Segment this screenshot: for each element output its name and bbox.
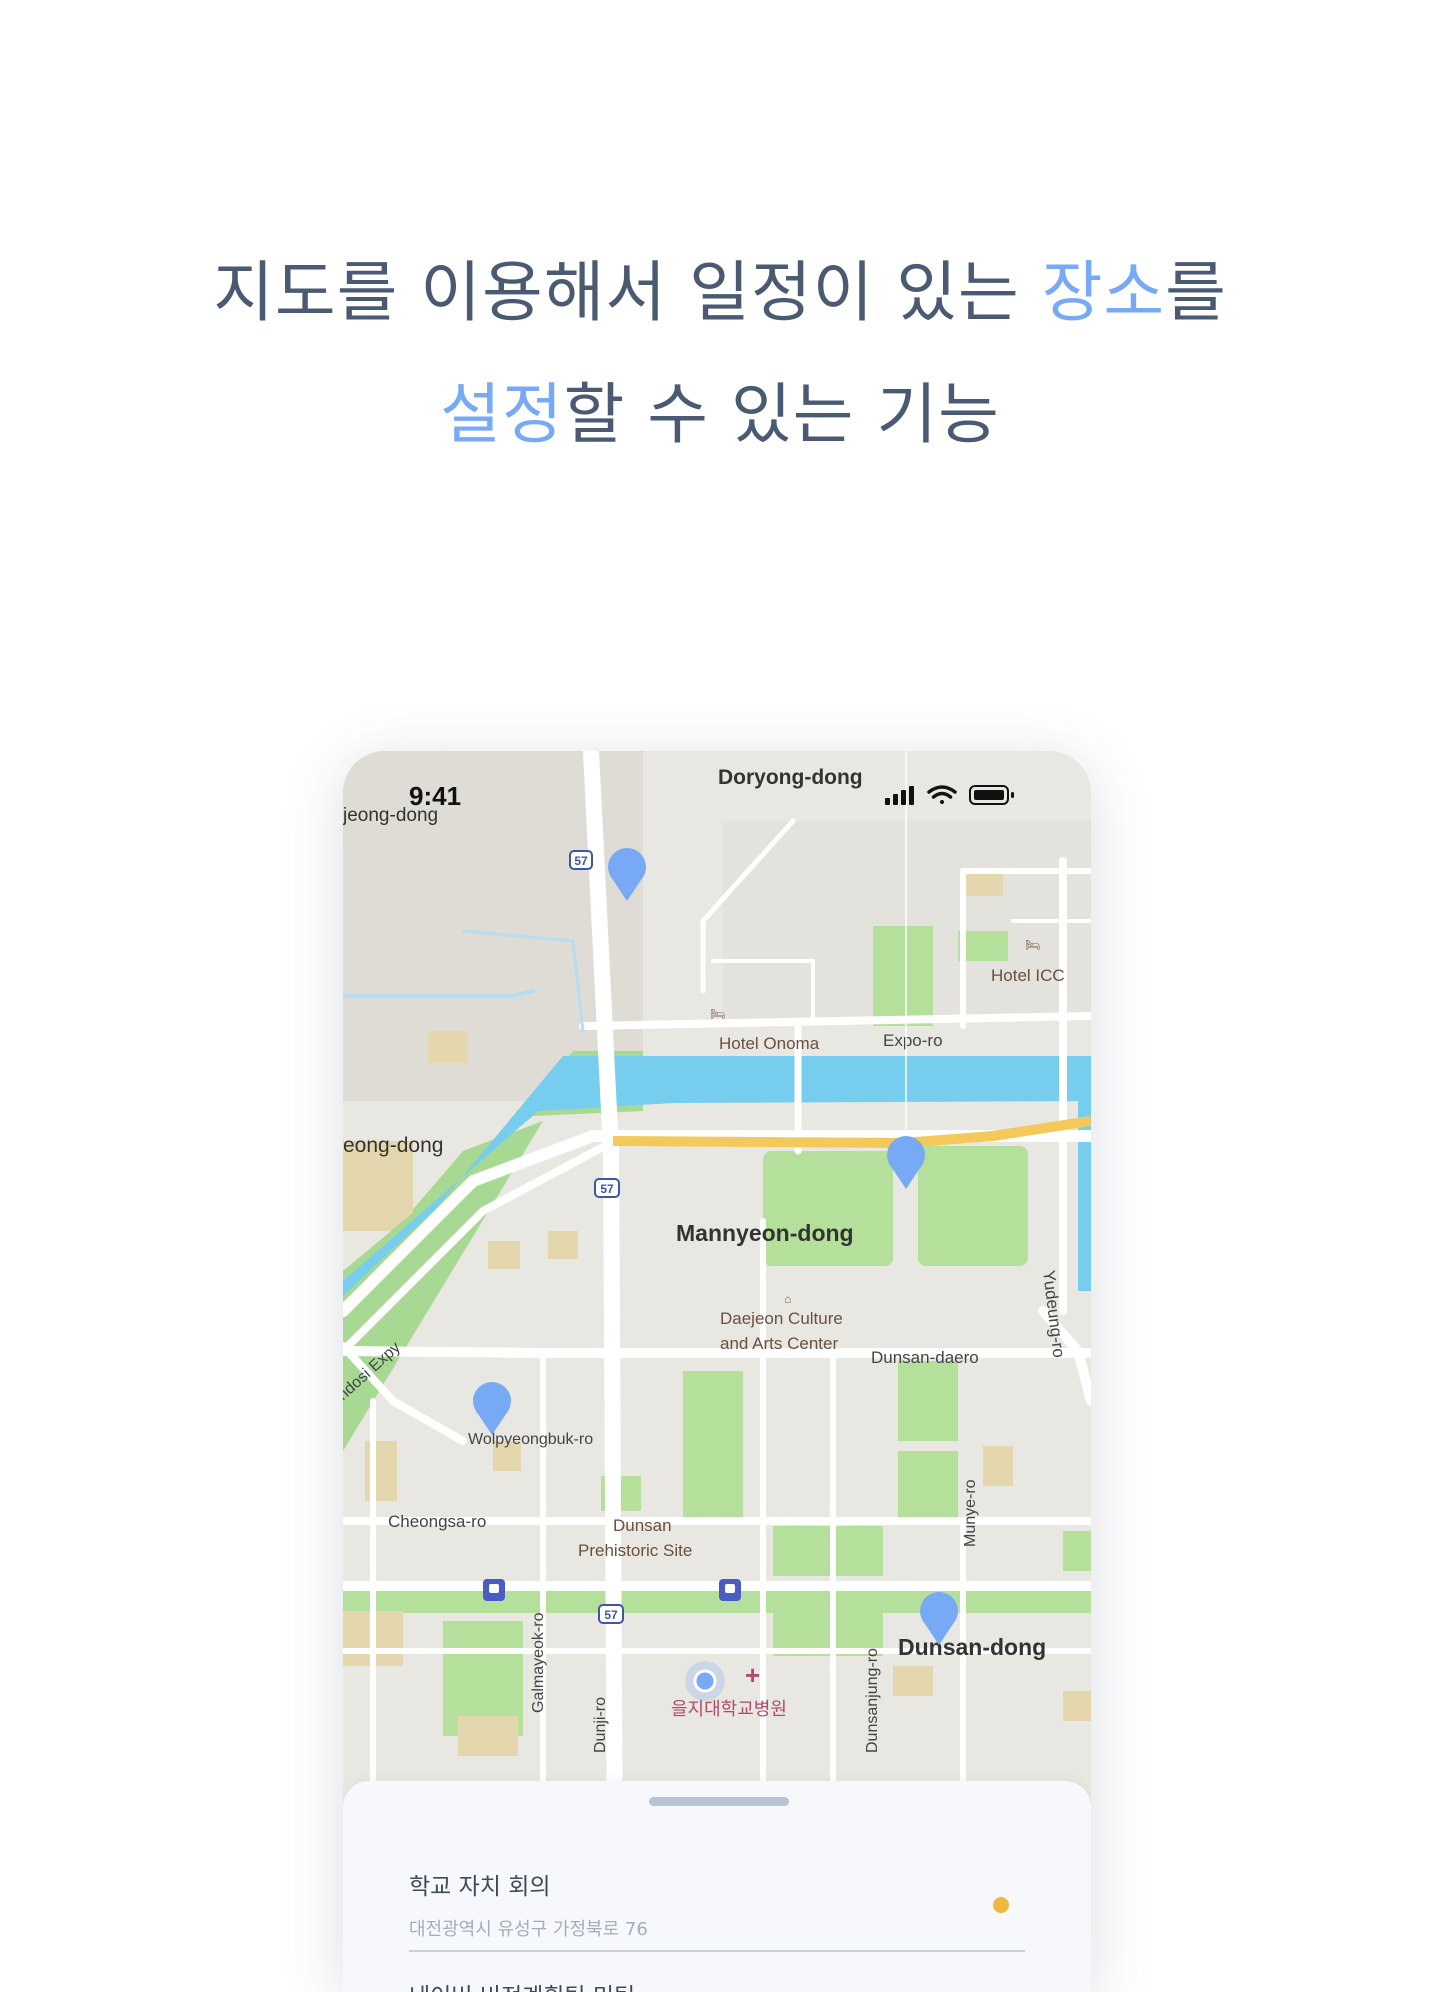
map-label: Hotel Onoma: [719, 1034, 820, 1053]
map-label: Mannyeon-dong: [676, 1220, 854, 1246]
route-shield-57: 57: [600, 1182, 614, 1196]
hotel-icon: 🛏: [710, 1007, 725, 1021]
map-label: Hotel ICC: [991, 966, 1065, 985]
subway-icon: [483, 1579, 505, 1601]
map-label: Dunji-ro: [592, 1697, 609, 1753]
sheet-handle[interactable]: [649, 1797, 789, 1806]
schedule-item[interactable]: 학교 자치 회의 대전광역시 유성구 가정북로 76: [409, 1867, 1025, 1941]
headline-line-1: 지도를 이용해서 일정이 있는 장소를: [0, 232, 1440, 354]
schedule-sheet: 학교 자치 회의 대전광역시 유성구 가정북로 76 네이버 비전계획팀 미팅: [343, 1781, 1091, 1992]
status-time: 9:41: [409, 781, 462, 811]
phone-mockup: 57 57 57 🛏 🛏 ⌂ + Doryong-dong jeong-dong…: [343, 751, 1091, 1992]
status-dot: [993, 1897, 1009, 1913]
map-label: Dunsan-dong: [898, 1634, 1046, 1660]
headline-text: 를: [1165, 254, 1227, 331]
map-label: Dunsan: [613, 1516, 672, 1535]
map-label: and Arts Center: [720, 1334, 838, 1353]
map-view[interactable]: 57 57 57 🛏 🛏 ⌂ + Doryong-dong jeong-dong…: [343, 751, 1091, 1861]
headline: 지도를 이용해서 일정이 있는 장소를 설정할 수 있는 기능: [0, 232, 1440, 476]
map-label: Cheongsa-ro: [388, 1512, 486, 1531]
headline-highlight: 설정: [440, 376, 564, 453]
hotel-icon: 🛏: [1025, 938, 1040, 952]
schedule-item-title: 네이버 비전계획팀 미팅: [409, 1977, 1025, 1992]
map-label: 을지대학교병원: [671, 1699, 787, 1719]
wifi-icon: [927, 785, 957, 804]
map-label: Munye-ro: [962, 1479, 979, 1547]
map-label: eong-dong: [343, 1134, 443, 1157]
hospital-icon: +: [745, 1660, 760, 1690]
map-label: Daejeon Culture: [720, 1309, 843, 1328]
status-icons: [885, 785, 1014, 805]
battery-icon: [969, 785, 1014, 805]
museum-icon: ⌂: [784, 1292, 791, 1306]
signal-icon: [885, 786, 914, 805]
map-label: Dunsan-daero: [871, 1348, 979, 1367]
headline-highlight: 장소: [1041, 254, 1166, 331]
schedule-item-address: 대전광역시 유성구 가정북로 76: [409, 1919, 648, 1940]
map-label: Wolpyeongbuk-ro: [468, 1431, 593, 1448]
headline-text: 지도를 이용해서 일정이 있는: [213, 254, 1042, 331]
map-label: Expo-ro: [883, 1031, 943, 1050]
schedule-item-title: 학교 자치 회의: [409, 1874, 551, 1900]
map-label: Prehistoric Site: [578, 1541, 692, 1560]
headline-text: 할 수 있는 기능: [563, 376, 1000, 453]
map-label: Doryong-dong: [718, 766, 863, 789]
schedule-item[interactable]: 네이버 비전계획팀 미팅: [409, 1977, 1025, 1992]
route-shield-57: 57: [604, 1608, 618, 1622]
route-shield-57: 57: [574, 854, 588, 868]
map-label: Dunsanjung-ro: [864, 1648, 881, 1753]
headline-line-2: 설정할 수 있는 기능: [0, 354, 1440, 476]
current-location-icon: [685, 1661, 725, 1701]
map-label: Galmayeok-ro: [530, 1612, 547, 1713]
divider: [409, 1950, 1025, 1952]
subway-icon: [719, 1579, 741, 1601]
